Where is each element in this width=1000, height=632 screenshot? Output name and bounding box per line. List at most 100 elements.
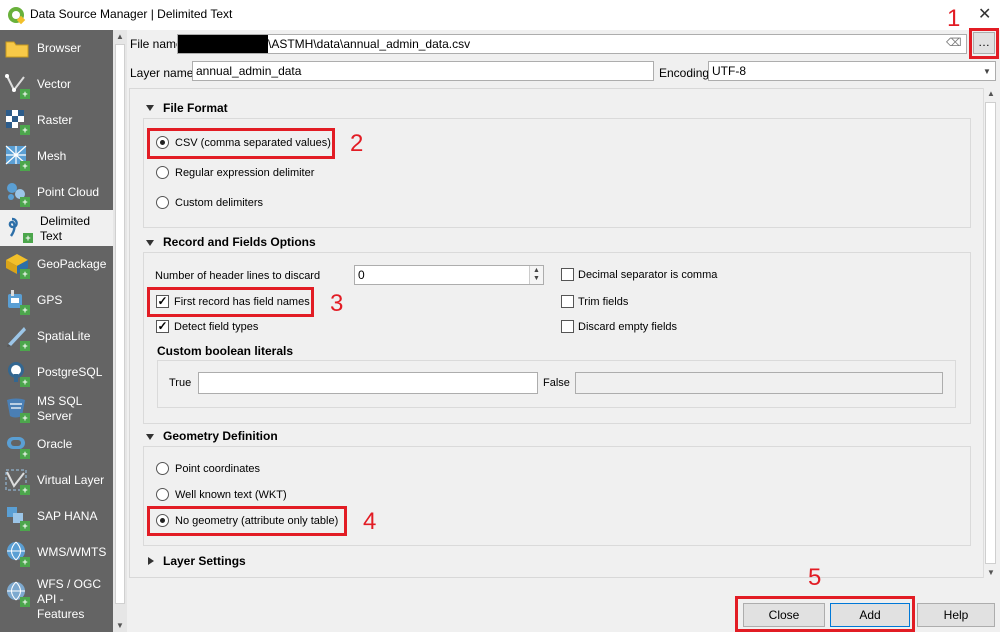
highlight-box-4	[147, 506, 347, 536]
geometry-title[interactable]: Geometry Definition	[163, 429, 278, 443]
collapse-record-fields-icon[interactable]	[146, 240, 154, 246]
sidebar-scroll-thumb[interactable]	[115, 44, 125, 604]
decimal-comma-label: Decimal separator is comma	[578, 269, 718, 281]
sidebar-item-label: WFS / OGC API - Features	[37, 577, 101, 621]
add-icon: +	[20, 521, 30, 531]
expand-layer-settings-icon[interactable]	[148, 557, 154, 565]
add-icon: +	[20, 597, 30, 607]
sidebar-item-label: PostgreSQL	[37, 365, 103, 379]
custom-delimiters-label: Custom delimiters	[175, 197, 264, 209]
point-coordinates-radio[interactable]	[156, 462, 169, 475]
scroll-up-icon[interactable]: ▲	[987, 89, 995, 98]
scroll-down-icon[interactable]: ▼	[116, 621, 124, 630]
folder-icon	[5, 41, 29, 58]
sidebar-item-label: Mesh	[37, 149, 67, 163]
highlight-box-3	[147, 287, 314, 317]
sidebar-item-postgresql[interactable]: + PostgreSQL	[0, 354, 113, 390]
encoding-value: UTF-8	[712, 64, 746, 78]
add-icon: +	[20, 557, 30, 567]
trim-fields-label: Trim fields	[578, 296, 629, 308]
clear-icon[interactable]: ⌫	[946, 36, 962, 49]
sidebar: Browser + Vector + Raster + Mesh + Point…	[0, 30, 127, 632]
sidebar-item-mesh[interactable]: + Mesh	[0, 138, 113, 174]
collapse-geometry-icon[interactable]	[146, 434, 154, 440]
spin-down-icon[interactable]: ▼	[533, 275, 540, 282]
true-literal-label: True	[169, 377, 192, 389]
false-literal-label: False	[543, 377, 570, 389]
sidebar-item-spatialite[interactable]: + SpatiaLite	[0, 318, 113, 354]
file-name-input[interactable]: \ASTMH\data\annual_admin_data.csv ⌫	[177, 34, 967, 54]
sidebar-item-label: Vector	[37, 77, 72, 91]
collapse-file-format-icon[interactable]	[146, 105, 154, 111]
add-icon: +	[20, 305, 30, 315]
sidebar-scrollbar[interactable]: ▲ ▼	[113, 30, 127, 632]
sidebar-item-sap-hana[interactable]: + SAP HANA	[0, 498, 113, 534]
add-icon: +	[20, 485, 30, 495]
sidebar-item-label: Browser	[37, 41, 82, 55]
spin-buttons[interactable]: ▲ ▼	[529, 266, 543, 284]
spin-up-icon[interactable]: ▲	[533, 267, 540, 274]
discard-empty-checkbox[interactable]	[561, 320, 574, 333]
sidebar-item-label: Virtual Layer	[37, 473, 105, 487]
false-literal-input[interactable]	[575, 372, 943, 394]
sidebar-item-oracle[interactable]: + Oracle	[0, 426, 113, 462]
sidebar-item-raster[interactable]: + Raster	[0, 102, 113, 138]
file-name-label: File name	[130, 37, 183, 51]
sidebar-item-point-cloud[interactable]: + Point Cloud	[0, 174, 113, 210]
highlight-box-2	[147, 128, 335, 159]
annotation-number-4: 4	[363, 508, 377, 535]
detect-types-label: Detect field types	[174, 321, 259, 333]
add-icon: +	[20, 161, 30, 171]
layer-settings-title[interactable]: Layer Settings	[163, 554, 246, 568]
close-window-icon[interactable]: ✕	[978, 4, 991, 24]
detect-types-checkbox[interactable]: ✓	[156, 320, 169, 333]
add-icon: +	[20, 269, 30, 279]
sidebar-item-virtual-layer[interactable]: + Virtual Layer	[0, 462, 113, 498]
sidebar-item-label: GPS	[37, 293, 63, 307]
annotation-number-2: 2	[350, 130, 364, 157]
wkt-label: Well known text (WKT)	[175, 489, 287, 501]
add-icon: +	[20, 377, 30, 387]
sidebar-item-geopackage[interactable]: + GeoPackage	[0, 246, 113, 282]
annotation-number-1: 1	[947, 5, 961, 32]
layer-name-input[interactable]: annual_admin_data	[192, 61, 654, 81]
layer-name-label: Layer name	[130, 66, 194, 80]
sidebar-item-wms-wmts[interactable]: + WMS/WMTS	[0, 534, 113, 570]
add-icon: +	[20, 449, 30, 459]
help-button[interactable]: Help	[917, 603, 995, 627]
options-scrollbar[interactable]: ▲ ▼	[983, 88, 997, 578]
annotation-number-3: 3	[330, 290, 344, 317]
record-fields-title[interactable]: Record and Fields Options	[163, 235, 316, 249]
sidebar-item-gps[interactable]: + GPS	[0, 282, 113, 318]
qgis-logo-icon	[8, 7, 26, 25]
scroll-up-icon[interactable]: ▲	[116, 32, 124, 41]
encoding-select[interactable]: UTF-8 ▼	[708, 61, 996, 81]
options-scroll-thumb[interactable]	[985, 102, 996, 564]
highlight-box-1	[969, 28, 999, 59]
sidebar-item-wfs[interactable]: + WFS / OGC API - Features	[0, 570, 113, 626]
regex-delimiter-radio[interactable]	[156, 166, 169, 179]
highlight-box-5	[735, 596, 915, 632]
true-literal-input[interactable]	[198, 372, 538, 394]
window-title: Data Source Manager | Delimited Text	[30, 7, 233, 21]
sidebar-item-label: GeoPackage	[37, 257, 107, 271]
decimal-comma-checkbox[interactable]	[561, 268, 574, 281]
encoding-label: Encoding	[659, 66, 710, 80]
header-lines-spinbox[interactable]: 0 ▲ ▼	[354, 265, 544, 285]
sidebar-item-label: SAP HANA	[37, 509, 98, 523]
annotation-number-5: 5	[808, 564, 822, 591]
sidebar-item-label: Raster	[37, 113, 73, 127]
custom-delimiters-radio[interactable]	[156, 196, 169, 209]
point-coordinates-label: Point coordinates	[175, 463, 260, 475]
sidebar-item-delimited-text[interactable]: + Delimited Text	[0, 210, 113, 246]
sidebar-item-browser[interactable]: Browser	[0, 30, 113, 66]
regex-delimiter-label: Regular expression delimiter	[175, 167, 315, 179]
trim-fields-checkbox[interactable]	[561, 295, 574, 308]
sidebar-item-mssql[interactable]: + MS SQL Server	[0, 390, 113, 426]
sidebar-item-label: SpatiaLite	[37, 329, 91, 343]
wkt-radio[interactable]	[156, 488, 169, 501]
scroll-down-icon[interactable]: ▼	[987, 568, 995, 577]
sidebar-item-vector[interactable]: + Vector	[0, 66, 113, 102]
title-bar: Data Source Manager | Delimited Text ✕	[0, 0, 1000, 30]
file-format-title[interactable]: File Format	[163, 101, 228, 115]
